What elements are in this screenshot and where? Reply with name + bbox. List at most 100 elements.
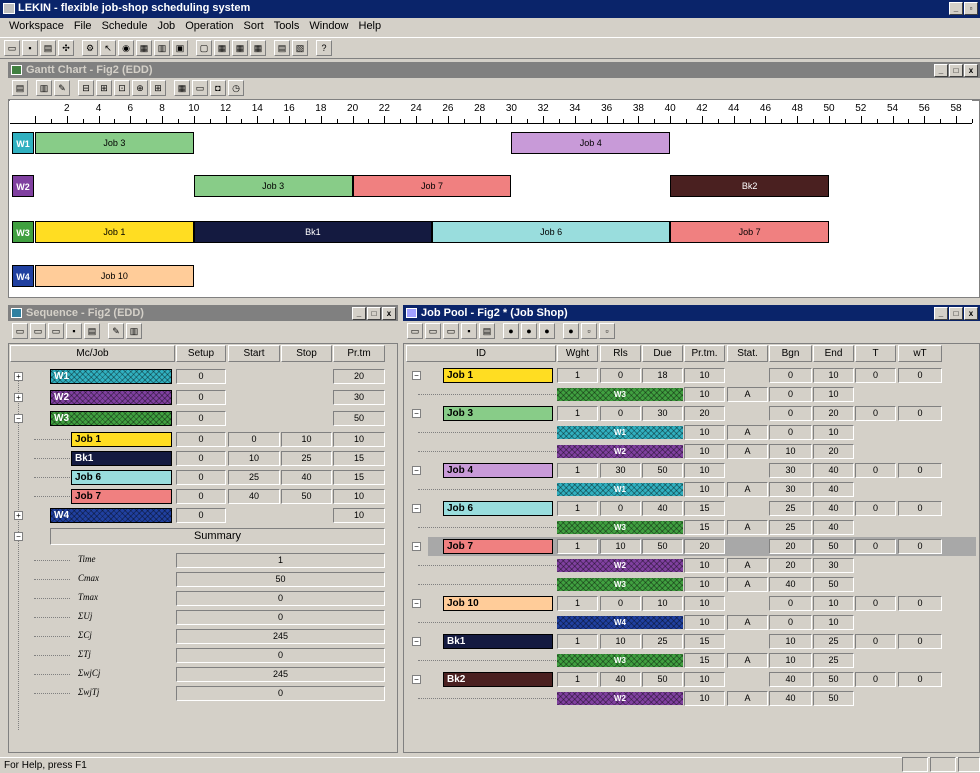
jobpool-close-button[interactable]: x (964, 307, 978, 320)
gantt-fit-icon[interactable]: ⊞ (96, 80, 112, 96)
gantt-zoom-in-icon[interactable]: ⊡ (114, 80, 130, 96)
menu-help[interactable]: Help (354, 20, 387, 36)
job-expand-toggle[interactable]: − (412, 466, 421, 475)
sequence-close-button[interactable]: x (382, 307, 396, 320)
menu-sort[interactable]: Sort (239, 20, 269, 36)
summary-toggle[interactable]: − (14, 532, 23, 541)
log-icon[interactable]: ▤ (274, 40, 290, 56)
job-expand-toggle[interactable]: − (412, 637, 421, 646)
gantt-edit-icon[interactable]: ✎ (54, 80, 70, 96)
gantt-center-icon[interactable]: ⊕ (132, 80, 148, 96)
seq-browse-icon[interactable]: ▭ (48, 323, 64, 339)
sequence-icon[interactable]: ▦ (214, 40, 230, 56)
gantt-zoom-out-icon[interactable]: ⊟ (78, 80, 94, 96)
jobpool-job-id[interactable]: Job 1 (443, 368, 553, 383)
jp-browse-icon[interactable]: ▭ (443, 323, 459, 339)
minimize-button[interactable]: _ (949, 2, 963, 15)
gantt-grid-icon[interactable]: ▦ (174, 80, 190, 96)
jp-edit-job-icon[interactable]: ● (539, 323, 555, 339)
open-icon[interactable]: ▭ (4, 40, 20, 56)
operation-machine[interactable]: W2 (557, 692, 683, 705)
gantt-bar[interactable]: Job 7 (670, 221, 829, 243)
machine-label-w3[interactable]: W3 (12, 221, 34, 243)
seq-job[interactable]: Job 6 (71, 470, 172, 485)
jobpool-job-id[interactable]: Bk2 (443, 672, 553, 687)
expand-toggle[interactable]: + (14, 393, 23, 402)
gantt-maximize-button[interactable]: □ (949, 64, 963, 77)
seq-machine-w2[interactable]: W2 (50, 390, 172, 405)
gantt-options-icon[interactable]: ◘ (210, 80, 226, 96)
jobpool-icon[interactable]: ▦ (232, 40, 248, 56)
seq-job[interactable]: Job 1 (71, 432, 172, 447)
gantt-view-icon[interactable]: ▭ (192, 80, 208, 96)
gantt-close-button[interactable]: x (964, 64, 978, 77)
jp-save-icon[interactable]: ▪ (461, 323, 477, 339)
gantt-bar[interactable]: Bk2 (670, 175, 829, 197)
seq-machine-w1[interactable]: W1 (50, 369, 172, 384)
rule-icon[interactable]: ◉ (118, 40, 134, 56)
menu-file[interactable]: File (69, 20, 97, 36)
stats-icon[interactable]: ▧ (292, 40, 308, 56)
jobpool-job-id[interactable]: Job 10 (443, 596, 553, 611)
jobpool-job-id[interactable]: Job 3 (443, 406, 553, 421)
gantt-bar[interactable]: Job 7 (352, 175, 512, 197)
jobpool-minimize-button[interactable]: _ (934, 307, 948, 320)
jobpool-job-id[interactable]: Job 6 (443, 501, 553, 516)
route-icon[interactable]: ✣ (58, 40, 74, 56)
seq-machine-w4[interactable]: W4 (50, 508, 172, 523)
seq-job[interactable]: Bk1 (71, 451, 172, 466)
sequence-maximize-button[interactable]: □ (367, 307, 381, 320)
expand-toggle[interactable]: + (14, 511, 23, 520)
gantt-bars-icon[interactable]: ▥ (36, 80, 52, 96)
machines-icon[interactable]: ▦ (250, 40, 266, 56)
gantt-print-icon[interactable]: ▤ (12, 80, 28, 96)
menu-tools[interactable]: Tools (269, 20, 305, 36)
operation-machine[interactable]: W3 (557, 388, 683, 401)
jp-delete-job-icon[interactable]: ● (521, 323, 537, 339)
menu-operation[interactable]: Operation (180, 20, 238, 36)
jp-edit-op-icon[interactable]: ▫ (599, 323, 615, 339)
chart-icon[interactable]: ▣ (172, 40, 188, 56)
operation-machine[interactable]: W1 (557, 483, 683, 496)
job-expand-toggle[interactable]: − (412, 409, 421, 418)
restore-button[interactable]: ▫ (964, 2, 978, 15)
gantt-bar[interactable]: Job 3 (35, 132, 194, 154)
seq-open-icon[interactable]: ▭ (30, 323, 46, 339)
jp-delete-op-icon[interactable]: ▫ (581, 323, 597, 339)
seq-edit-icon[interactable]: ✎ (108, 323, 124, 339)
jobpool-job-id[interactable]: Bk1 (443, 634, 553, 649)
jp-new-icon[interactable]: ▭ (407, 323, 423, 339)
gantt-bar[interactable]: Bk1 (193, 221, 432, 243)
jobpool-job-id[interactable]: Job 7 (443, 539, 553, 554)
seq-new-icon[interactable]: ▭ (12, 323, 28, 339)
operation-machine[interactable]: W3 (557, 578, 683, 591)
operation-machine[interactable]: W2 (557, 445, 683, 458)
job-expand-toggle[interactable]: − (412, 371, 421, 380)
menu-window[interactable]: Window (304, 20, 353, 36)
operation-machine[interactable]: W1 (557, 426, 683, 439)
operation-machine[interactable]: W3 (557, 521, 683, 534)
job-expand-toggle[interactable]: − (412, 542, 421, 551)
sequence-minimize-button[interactable]: _ (352, 307, 366, 320)
expand-toggle[interactable]: − (14, 414, 23, 423)
seq-chart-icon[interactable]: ▥ (126, 323, 142, 339)
jobpool-job-id[interactable]: Job 4 (443, 463, 553, 478)
gantt-bar[interactable]: Job 10 (35, 265, 194, 287)
machine-icon[interactable]: ⚙ (82, 40, 98, 56)
job-expand-toggle[interactable]: − (412, 504, 421, 513)
pointer-icon[interactable]: ↖ (100, 40, 116, 56)
gantt-icon[interactable]: ▢ (196, 40, 212, 56)
seq-save-icon[interactable]: ▪ (66, 323, 82, 339)
job-expand-toggle[interactable]: − (412, 675, 421, 684)
seq-job[interactable]: Job 7 (71, 489, 172, 504)
menu-schedule[interactable]: Schedule (97, 20, 153, 36)
machine-label-w2[interactable]: W2 (12, 175, 34, 197)
gantt-bar[interactable]: Job 6 (432, 221, 671, 243)
print-icon[interactable]: ▤ (40, 40, 56, 56)
machine-label-w1[interactable]: W1 (12, 132, 34, 154)
job-expand-toggle[interactable]: − (412, 599, 421, 608)
jp-print-icon[interactable]: ▤ (479, 323, 495, 339)
menu-workspace[interactable]: Workspace (4, 20, 69, 36)
jobpool-maximize-button[interactable]: □ (949, 307, 963, 320)
jp-add-job-icon[interactable]: ● (503, 323, 519, 339)
